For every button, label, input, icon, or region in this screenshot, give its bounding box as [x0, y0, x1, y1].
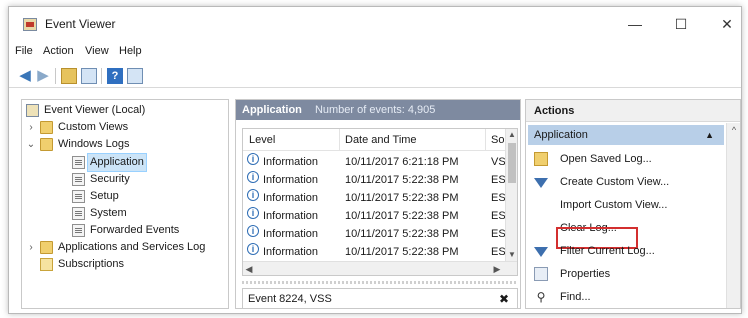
log-icon [72, 224, 85, 237]
binoculars-icon: ⚲ [536, 290, 546, 304]
table-row[interactable]: i Information 10/11/2017 5:22:38 PM ESI [243, 189, 509, 207]
subscriptions-icon [40, 258, 53, 271]
menu-help[interactable]: Help [119, 45, 142, 57]
log-icon [72, 207, 85, 220]
console-tree-icon[interactable] [81, 68, 97, 84]
actions-scrollbar[interactable]: ^ [726, 123, 740, 308]
event-viewer-icon [26, 104, 39, 117]
actions-pane: Actions Application ▲ ^ Open Saved Log..… [525, 99, 741, 309]
window-title: Event Viewer [45, 17, 116, 31]
information-icon: i [247, 171, 259, 183]
events-table: Level Date and Time So i Information 10/… [242, 128, 518, 276]
chevron-right-icon[interactable]: › [26, 119, 36, 136]
forward-arrow-icon[interactable]: ▶ [35, 68, 51, 84]
table-row[interactable]: i Information 10/11/2017 5:22:38 PM ESI [243, 225, 509, 243]
column-divider[interactable] [339, 129, 340, 151]
properties-icon[interactable] [127, 68, 143, 84]
information-icon: i [247, 153, 259, 165]
scroll-right-icon[interactable]: ▶ [491, 262, 503, 275]
action-open-saved-log[interactable]: Open Saved Log... [530, 148, 722, 170]
help-icon[interactable]: ? [107, 68, 123, 84]
menu-bar: File Action View Help [9, 45, 741, 63]
action-properties[interactable]: Properties [530, 263, 722, 285]
action-filter-current-log[interactable]: Filter Current Log... [530, 240, 722, 262]
event-detail-title: Event 8224, VSS [248, 293, 332, 305]
vertical-scrollbar[interactable]: ▲ ▼ [505, 129, 517, 261]
actions-section-application[interactable]: Application ▲ [528, 125, 724, 145]
back-arrow-icon[interactable]: ◀ [17, 68, 33, 84]
horizontal-scrollbar[interactable]: ◀ ▶ [243, 261, 517, 275]
action-import-custom-view[interactable]: Import Custom View... [530, 194, 722, 216]
scroll-thumb[interactable] [508, 143, 516, 183]
pane-splitter[interactable] [242, 281, 518, 284]
event-viewer-window: Event Viewer — ☐ ✕ File Action View Help… [8, 6, 742, 314]
events-pane: Application Number of events: 4,905 Leve… [235, 99, 521, 309]
toolbar-separator [55, 68, 56, 84]
column-level[interactable]: Level [249, 134, 275, 146]
action-create-custom-view[interactable]: Create Custom View... [530, 171, 722, 193]
log-icon [72, 156, 85, 169]
column-source[interactable]: So [491, 134, 504, 146]
event-viewer-app-icon [23, 18, 37, 31]
folder-up-icon[interactable] [61, 68, 77, 84]
log-header: Application Number of events: 4,905 [236, 100, 520, 120]
maximize-button[interactable]: ☐ [659, 11, 703, 37]
folder-icon [40, 138, 53, 151]
scroll-left-icon[interactable]: ◀ [243, 262, 255, 275]
table-row[interactable]: i Information 10/11/2017 6:21:18 PM VS [243, 153, 506, 171]
chevron-right-icon[interactable]: › [26, 239, 36, 256]
table-row[interactable]: i Information 10/11/2017 5:22:38 PM ESI [243, 207, 509, 225]
table-header: Level Date and Time So [243, 129, 517, 151]
close-button[interactable]: ✕ [705, 11, 741, 37]
log-icon [72, 173, 85, 186]
filter-icon [534, 178, 548, 188]
minimize-button[interactable]: — [613, 11, 657, 37]
title-bar: Event Viewer — ☐ ✕ [9, 7, 741, 41]
action-find[interactable]: ⚲ Find... [530, 286, 722, 308]
menu-file[interactable]: File [15, 45, 33, 57]
menu-view[interactable]: View [85, 45, 109, 57]
table-row[interactable]: i Information 10/11/2017 5:22:38 PM ESI [243, 171, 509, 189]
toolbar-separator [101, 68, 102, 84]
scroll-down-icon[interactable]: ▼ [506, 249, 517, 261]
log-icon [72, 190, 85, 203]
information-icon: i [247, 243, 259, 255]
open-folder-icon [534, 152, 548, 166]
console-tree: Event Viewer (Local) › Custom Views ⌄ Wi… [21, 99, 229, 309]
scroll-up-icon[interactable]: ^ [727, 125, 740, 135]
folder-icon [40, 121, 53, 134]
table-row[interactable]: i Information 10/11/2017 5:22:38 PM ESI [243, 243, 509, 261]
column-divider[interactable] [485, 129, 486, 151]
menu-action[interactable]: Action [43, 45, 74, 57]
event-detail-pane: Event 8224, VSS ✖ [242, 288, 518, 308]
actions-header: Actions [526, 100, 740, 122]
filter-icon [534, 247, 548, 257]
log-name: Application [242, 104, 302, 116]
information-icon: i [247, 189, 259, 201]
collapse-triangle-icon[interactable]: ▲ [705, 125, 714, 145]
toolbar: ◀ ▶ ? [9, 64, 741, 88]
event-count: Number of events: 4,905 [314, 104, 436, 116]
information-icon: i [247, 207, 259, 219]
chevron-down-icon[interactable]: ⌄ [26, 136, 36, 153]
scroll-up-icon[interactable]: ▲ [506, 129, 517, 141]
information-icon: i [247, 225, 259, 237]
close-detail-icon[interactable]: ✖ [499, 289, 509, 308]
folder-icon [40, 241, 53, 254]
properties-icon [534, 267, 548, 281]
column-date-time[interactable]: Date and Time [345, 134, 417, 146]
